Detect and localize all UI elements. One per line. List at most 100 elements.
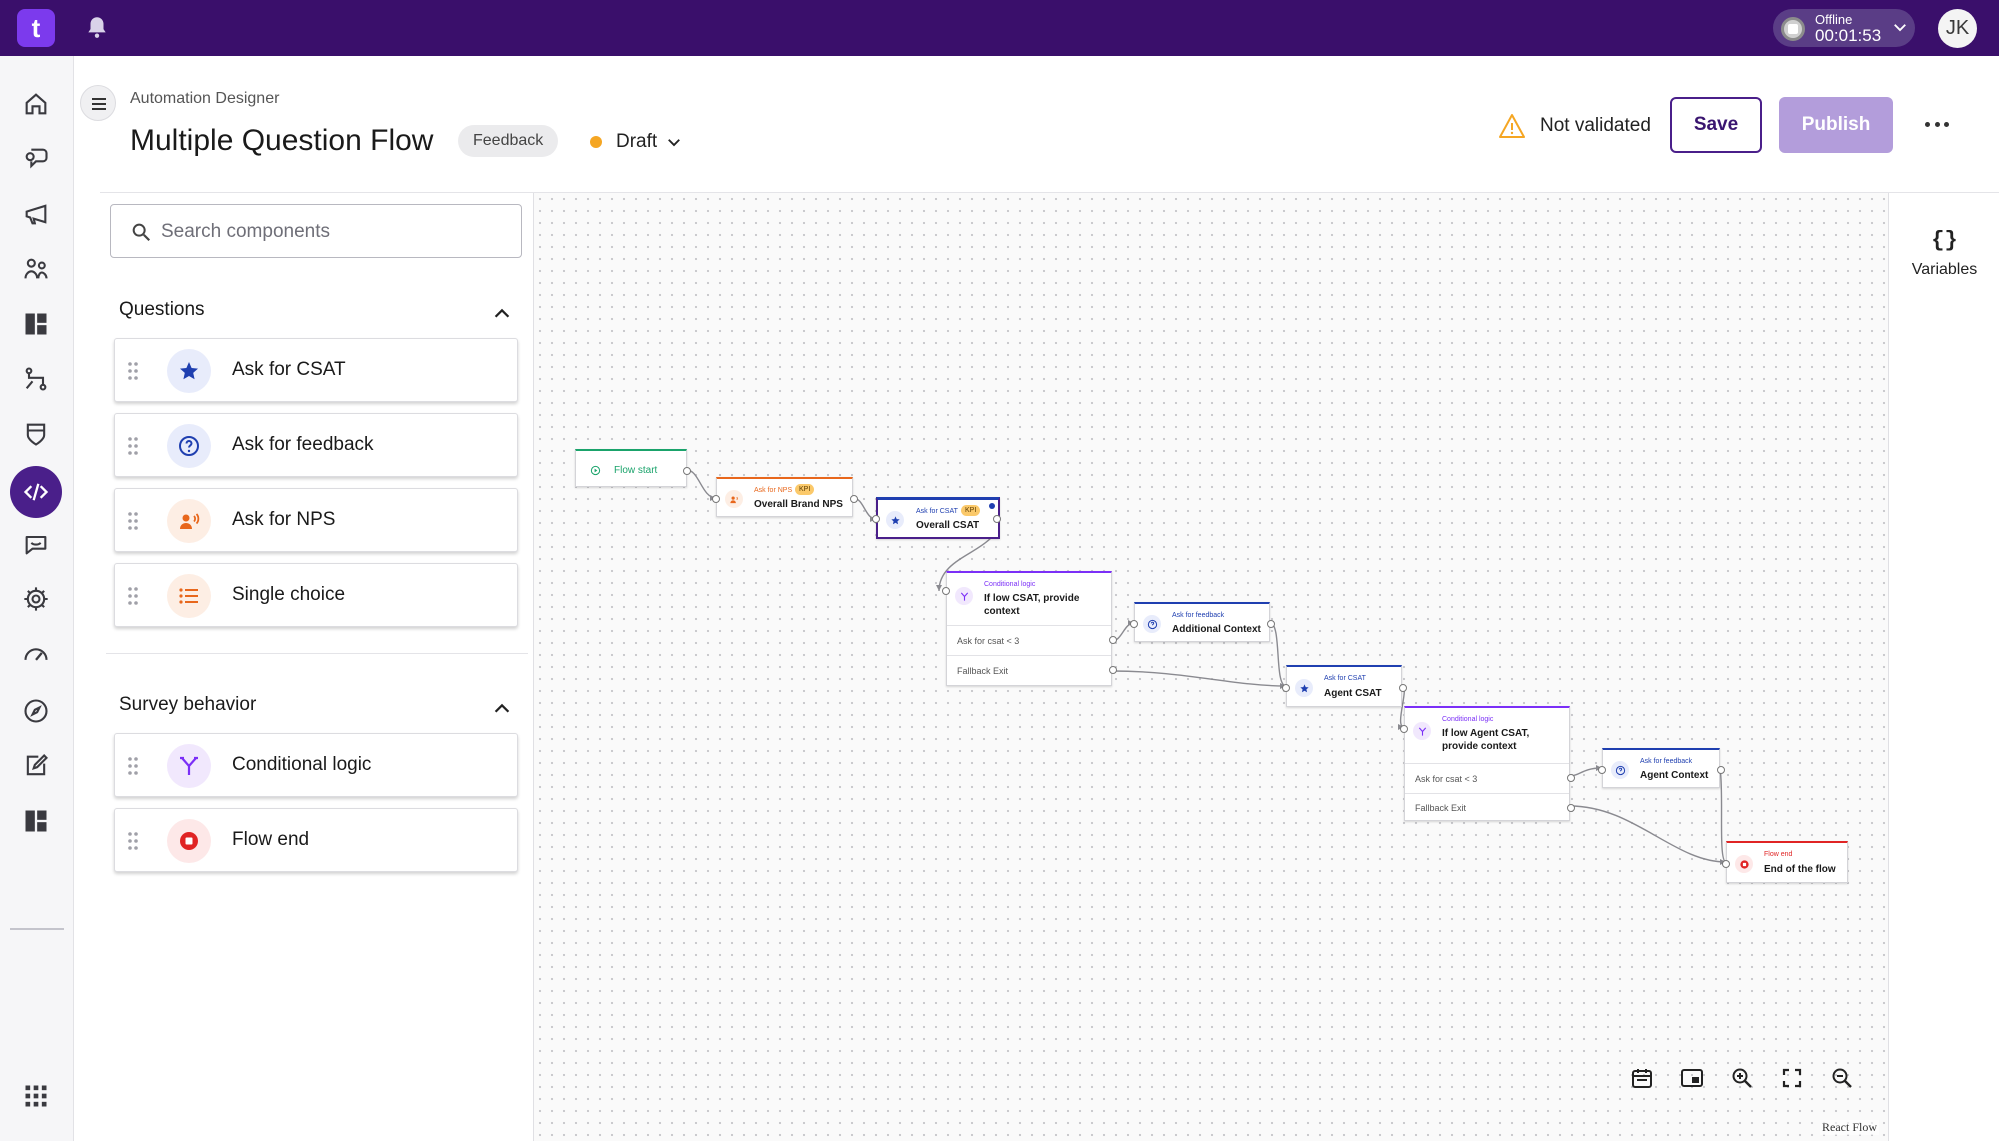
component-flow-end[interactable]: Flow end bbox=[114, 808, 518, 872]
fallback-output-handle[interactable] bbox=[1567, 804, 1575, 812]
edge-logic1-agentcsat bbox=[1111, 670, 1287, 687]
variables-label[interactable]: Variables bbox=[1889, 261, 1999, 279]
section-header-questions[interactable]: Questions bbox=[119, 299, 523, 329]
node-conditional-logic-1[interactable]: Conditional logic If low CSAT, provide c… bbox=[942, 571, 1117, 686]
zoom-out-icon[interactable] bbox=[1822, 1058, 1862, 1098]
search-input[interactable] bbox=[161, 217, 501, 247]
node-ask-for-feedback-2[interactable]: Ask for feedback Agent Context bbox=[1598, 748, 1725, 788]
condition-output-handle[interactable] bbox=[1567, 774, 1575, 782]
reports-icon[interactable] bbox=[18, 803, 54, 839]
draft-status-dot bbox=[590, 136, 602, 148]
node-type: Ask for CSAT bbox=[916, 508, 958, 515]
input-handle[interactable] bbox=[1282, 684, 1290, 692]
flows-icon[interactable] bbox=[18, 361, 54, 397]
component-conditional-logic[interactable]: Conditional logic bbox=[114, 733, 518, 797]
drag-handle-icon[interactable] bbox=[127, 831, 139, 851]
input-handle[interactable] bbox=[712, 495, 720, 503]
audience-icon[interactable] bbox=[18, 251, 54, 287]
react-flow-attribution[interactable]: React Flow bbox=[1820, 1120, 1879, 1135]
node-ask-for-feedback-1[interactable]: Ask for feedback Additional Context bbox=[1130, 602, 1275, 642]
input-handle[interactable] bbox=[942, 587, 950, 595]
list-icon bbox=[167, 574, 211, 618]
component-label: Conditional logic bbox=[232, 754, 372, 775]
component-ask-for-nps[interactable]: Ask for NPS bbox=[114, 488, 518, 552]
drag-handle-icon[interactable] bbox=[127, 436, 139, 456]
component-ask-for-feedback[interactable]: Ask for feedback bbox=[114, 413, 518, 477]
dashboard-icon[interactable] bbox=[18, 306, 54, 342]
output-handle[interactable] bbox=[1267, 620, 1275, 628]
feedback-icon[interactable] bbox=[18, 526, 54, 562]
drag-handle-icon[interactable] bbox=[127, 586, 139, 606]
flow-canvas[interactable]: Flow start Ask for NPS KPI Overall Brand… bbox=[534, 193, 1888, 1141]
conversations-icon[interactable] bbox=[18, 141, 54, 177]
settings-icon[interactable] bbox=[18, 581, 54, 617]
user-avatar[interactable]: JK bbox=[1938, 9, 1977, 48]
publish-button[interactable]: Publish bbox=[1779, 97, 1893, 153]
fallback-row[interactable]: Fallback Exit bbox=[1405, 793, 1569, 822]
output-handle[interactable] bbox=[1717, 766, 1725, 774]
node-title: Additional Context bbox=[1172, 624, 1261, 635]
node-conditional-logic-2[interactable]: Conditional logic If low Agent CSAT, pro… bbox=[1400, 706, 1575, 822]
component-label: Flow end bbox=[232, 829, 310, 850]
output-handle[interactable] bbox=[683, 467, 691, 475]
calendar-icon[interactable] bbox=[1622, 1058, 1662, 1098]
zoom-in-icon[interactable] bbox=[1722, 1058, 1762, 1098]
input-handle[interactable] bbox=[1130, 620, 1138, 628]
fallback-output-handle[interactable] bbox=[1109, 666, 1117, 674]
output-handle[interactable] bbox=[993, 515, 1001, 523]
drag-handle-icon[interactable] bbox=[127, 361, 139, 381]
section-header-survey-behavior[interactable]: Survey behavior bbox=[119, 694, 523, 724]
panel-toggle-button[interactable] bbox=[80, 85, 116, 121]
chevron-up-icon[interactable] bbox=[491, 698, 513, 720]
drag-handle-icon[interactable] bbox=[127, 756, 139, 776]
chevron-up-icon[interactable] bbox=[491, 303, 513, 325]
section-divider bbox=[106, 653, 528, 654]
input-handle[interactable] bbox=[1400, 725, 1408, 733]
component-single-choice[interactable]: Single choice bbox=[114, 563, 518, 627]
surveys-icon[interactable] bbox=[18, 748, 54, 784]
kpi-badge: KPI bbox=[961, 505, 981, 516]
condition-row[interactable]: Ask for csat < 3 bbox=[947, 625, 1111, 655]
apps-grid-icon[interactable] bbox=[18, 1078, 54, 1114]
performance-icon[interactable] bbox=[18, 636, 54, 672]
node-type: Flow end bbox=[1764, 851, 1793, 858]
agent-status-selector[interactable]: Offline 00:01:53 bbox=[1773, 9, 1915, 47]
star-icon bbox=[167, 349, 211, 393]
node-ask-for-nps[interactable]: Ask for NPS KPI Overall Brand NPS bbox=[712, 477, 858, 517]
minimap-icon[interactable] bbox=[1672, 1058, 1712, 1098]
save-button[interactable]: Save bbox=[1670, 97, 1762, 153]
input-handle[interactable] bbox=[1598, 766, 1606, 774]
campaigns-icon[interactable] bbox=[18, 196, 54, 232]
node-flow-end[interactable]: Flow end End of the flow bbox=[1722, 841, 1848, 883]
more-options-icon[interactable] bbox=[1922, 112, 1952, 136]
output-handle[interactable] bbox=[850, 495, 858, 503]
question-icon bbox=[1143, 615, 1161, 633]
drag-handle-icon[interactable] bbox=[127, 511, 139, 531]
question-icon bbox=[167, 424, 211, 468]
node-ask-for-csat-selected[interactable]: Ask for CSAT KPI Overall CSAT bbox=[872, 497, 1001, 539]
node-flow-start[interactable]: Flow start bbox=[575, 449, 691, 487]
output-handle[interactable] bbox=[1399, 684, 1407, 692]
node-ask-for-csat-agent[interactable]: Ask for CSAT Agent CSAT bbox=[1282, 665, 1407, 707]
automation-designer-icon[interactable] bbox=[10, 466, 62, 518]
breadcrumb[interactable]: Automation Designer bbox=[130, 90, 279, 108]
input-handle[interactable] bbox=[1722, 860, 1730, 868]
notifications-bell-icon[interactable] bbox=[84, 14, 110, 40]
condition-row[interactable]: Ask for csat < 3 bbox=[1405, 763, 1569, 793]
braces-icon[interactable]: {} bbox=[1889, 228, 1999, 253]
security-icon[interactable] bbox=[18, 416, 54, 452]
component-ask-for-csat[interactable]: Ask for CSAT bbox=[114, 338, 518, 402]
explore-icon[interactable] bbox=[18, 693, 54, 729]
fit-view-icon[interactable] bbox=[1772, 1058, 1812, 1098]
app-logo[interactable]: t bbox=[17, 9, 55, 47]
input-handle[interactable] bbox=[872, 515, 880, 523]
node-title: Agent CSAT bbox=[1324, 688, 1382, 699]
node-type: Ask for feedback bbox=[1172, 612, 1225, 619]
rail-divider bbox=[10, 928, 64, 930]
branch-icon bbox=[1413, 722, 1431, 740]
status-dropdown[interactable]: Draft bbox=[590, 128, 683, 156]
home-icon[interactable] bbox=[18, 86, 54, 122]
category-tag: Feedback bbox=[458, 125, 559, 157]
fallback-row[interactable]: Fallback Exit bbox=[947, 655, 1111, 686]
condition-output-handle[interactable] bbox=[1109, 636, 1117, 644]
